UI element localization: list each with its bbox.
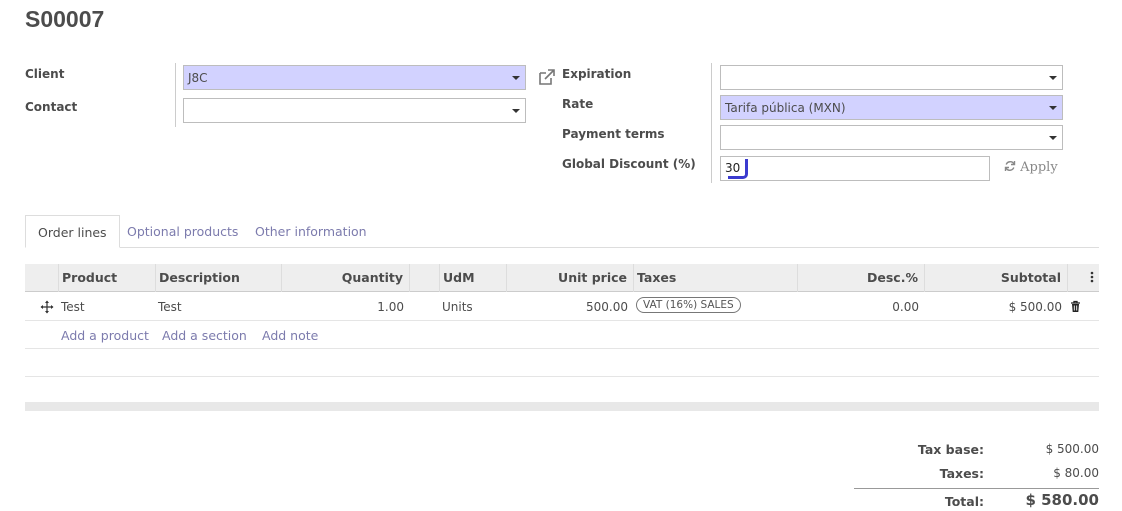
tab-optional-products[interactable]: Optional products	[115, 215, 250, 248]
dropdown-caret-icon[interactable]	[512, 109, 520, 113]
tax-base-value: $ 500.00	[1045, 442, 1099, 456]
taxes-label: Taxes:	[939, 466, 984, 481]
global-discount-input[interactable]: 30	[720, 156, 990, 181]
expiration-label: Expiration	[562, 67, 632, 81]
contact-label: Contact	[25, 100, 78, 114]
header-description[interactable]: Description	[156, 264, 282, 292]
contact-select[interactable]	[183, 98, 526, 123]
totals-divider	[854, 488, 1099, 489]
cell-subtotal: $ 500.00	[1008, 300, 1062, 314]
table-footer-bar	[25, 402, 1099, 411]
field-separator	[175, 63, 176, 127]
cell-quantity[interactable]: 1.00	[282, 300, 404, 314]
cell-description[interactable]: Test	[158, 300, 182, 314]
field-separator	[711, 63, 712, 183]
rate-label: Rate	[562, 97, 594, 111]
apply-label: Apply	[1020, 160, 1058, 175]
external-link-icon[interactable]	[538, 68, 556, 86]
tax-base-label: Tax base:	[917, 442, 984, 457]
header-spacer	[410, 264, 440, 292]
add-note-link[interactable]: Add note	[262, 328, 318, 343]
empty-row	[25, 349, 1099, 377]
tax-badge[interactable]: VAT (16%) SALES	[636, 297, 741, 313]
add-section-link[interactable]: Add a section	[162, 328, 247, 343]
header-subtotal[interactable]: Subtotal	[925, 264, 1068, 292]
payment-terms-select[interactable]	[720, 125, 1063, 150]
cell-discount[interactable]: 0.00	[798, 300, 919, 314]
dropdown-caret-icon[interactable]	[1049, 136, 1057, 140]
dropdown-caret-icon[interactable]	[1049, 76, 1057, 80]
notebook-tabs: Order lines Optional products Other info…	[25, 215, 1099, 248]
expiration-date-input[interactable]	[720, 65, 1063, 90]
header-discount[interactable]: Desc.%	[798, 264, 925, 292]
column-options-icon[interactable]	[1068, 264, 1099, 292]
header-udm[interactable]: UdM	[440, 264, 507, 292]
taxes-value: $ 80.00	[1053, 466, 1099, 480]
total-label: Total:	[944, 494, 984, 509]
header-handle-col	[25, 264, 59, 292]
client-label: Client	[25, 67, 65, 81]
header-product[interactable]: Product	[59, 264, 156, 292]
cell-unit-price[interactable]: 500.00	[507, 300, 628, 314]
tab-order-lines[interactable]: Order lines	[25, 215, 120, 248]
rate-select[interactable]: Tarifa pública (MXN)	[720, 95, 1063, 120]
table-row[interactable]: Test Test 1.00 Units 500.00 VAT (16%) SA…	[25, 293, 1099, 321]
refresh-icon	[1004, 161, 1016, 171]
cell-udm[interactable]: Units	[442, 300, 473, 314]
text-cursor-mark	[728, 159, 748, 179]
apply-button[interactable]: Apply	[1004, 160, 1058, 175]
global-discount-label: Global Discount (%)	[562, 157, 696, 171]
rate-value: Tarifa pública (MXN)	[725, 101, 846, 115]
trash-icon[interactable]	[1070, 300, 1081, 313]
header-taxes[interactable]: Taxes	[634, 264, 798, 292]
page-title: S00007	[25, 6, 105, 32]
tab-other-information[interactable]: Other information	[243, 215, 379, 248]
dropdown-caret-icon[interactable]	[512, 76, 520, 80]
client-value: J8C	[188, 71, 208, 85]
table-header: Product Description Quantity UdM Unit pr…	[25, 264, 1099, 292]
client-select[interactable]: J8C	[183, 65, 526, 90]
dropdown-caret-icon[interactable]	[1049, 106, 1057, 110]
cell-product[interactable]: Test	[61, 300, 85, 314]
order-lines-table: Product Description Quantity UdM Unit pr…	[25, 264, 1099, 377]
header-quantity[interactable]: Quantity	[282, 264, 410, 292]
add-line-row: Add a product Add a section Add note	[25, 321, 1099, 349]
move-handle-icon[interactable]	[40, 300, 54, 314]
header-unit-price[interactable]: Unit price	[507, 264, 634, 292]
total-value: $ 580.00	[1025, 491, 1099, 509]
add-product-link[interactable]: Add a product	[61, 328, 149, 343]
payment-terms-label: Payment terms	[562, 127, 665, 141]
